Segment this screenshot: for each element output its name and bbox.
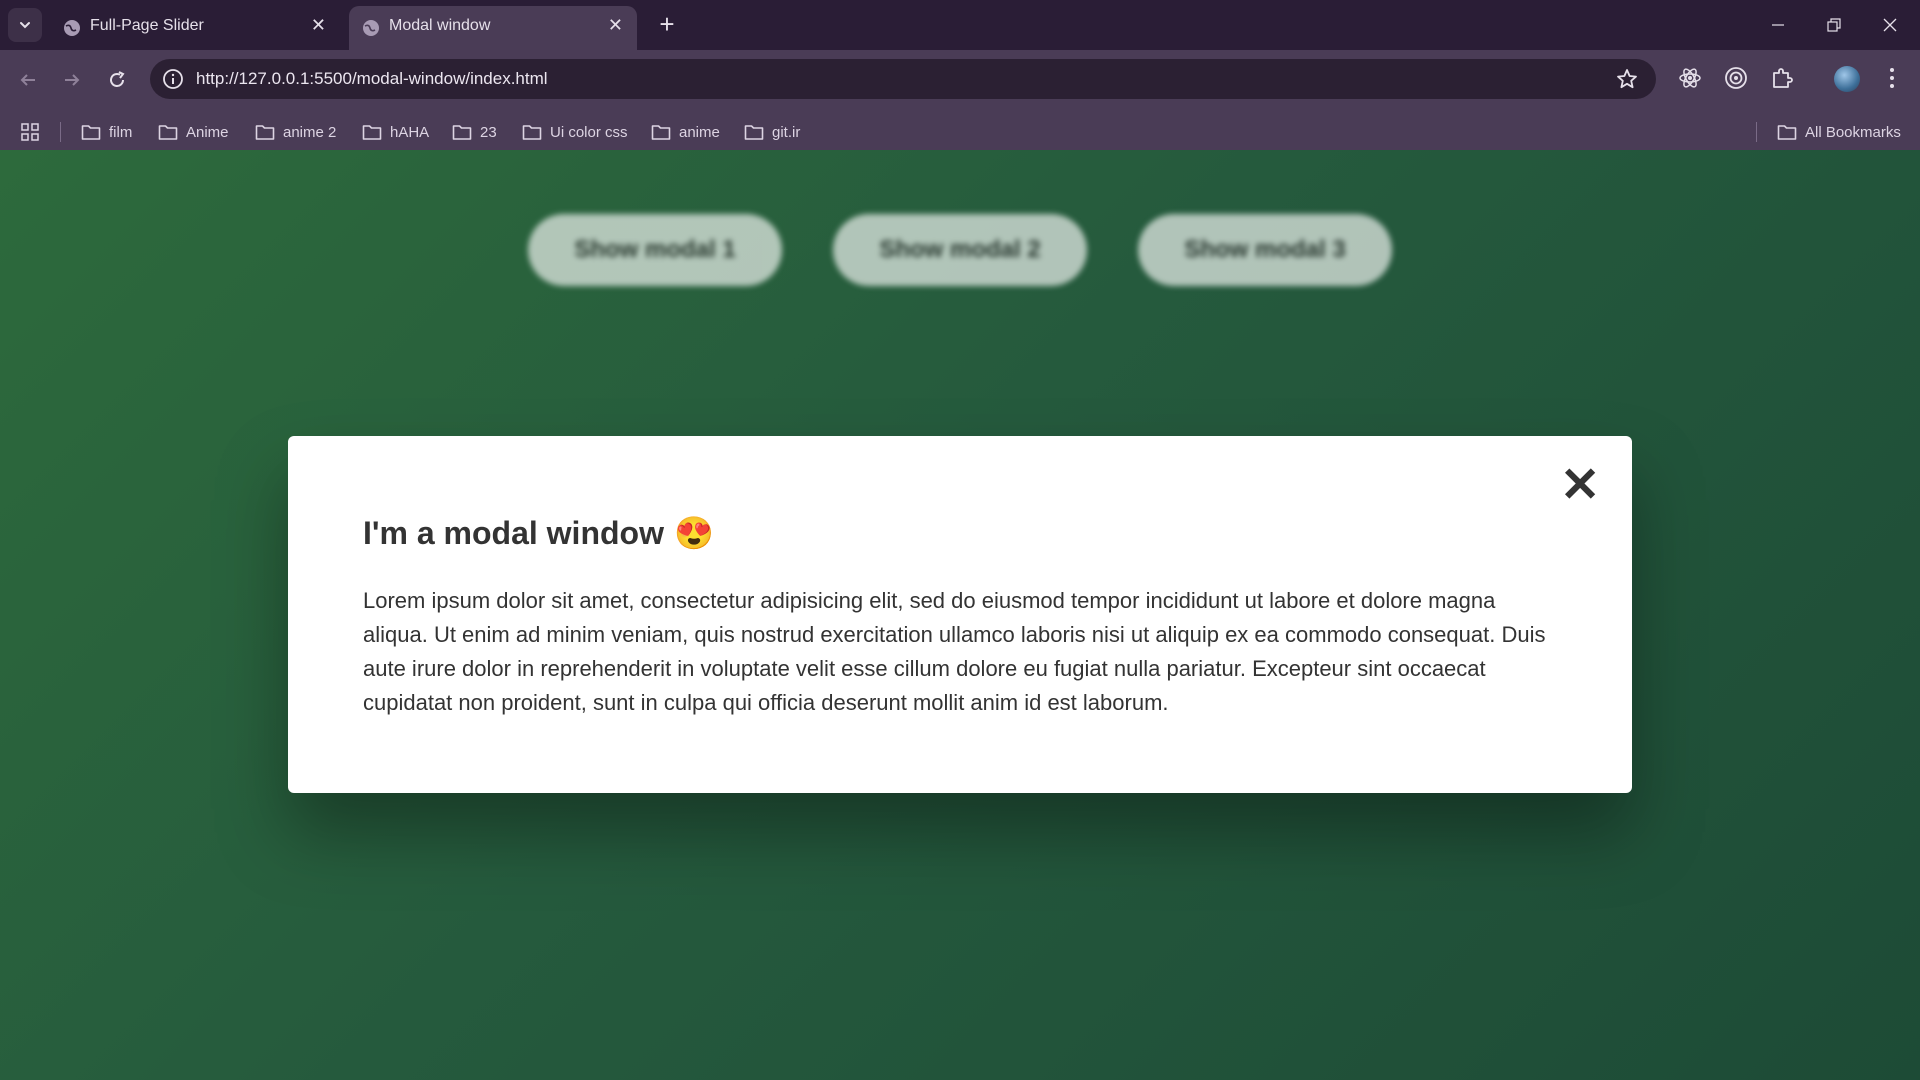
close-icon bbox=[1883, 18, 1897, 32]
all-bookmarks-button[interactable]: All Bookmarks bbox=[1777, 110, 1901, 154]
bookmark-folder-haha[interactable]: hAHA bbox=[362, 110, 429, 154]
folder-icon bbox=[362, 125, 382, 140]
browser-toolbar: http://127.0.0.1:5500/modal-window/index… bbox=[0, 50, 1920, 158]
arrow-left-icon bbox=[20, 74, 35, 86]
bookmarks-bar: film Anime anime 2 hAHA 23 Ui color css … bbox=[0, 110, 1920, 154]
bookmarks-divider bbox=[60, 122, 61, 142]
modal-title-text: I'm a modal window bbox=[363, 514, 664, 551]
folder-icon bbox=[522, 125, 542, 140]
bookmark-folder-anime[interactable]: Anime bbox=[158, 110, 229, 154]
puzzle-icon bbox=[1773, 68, 1793, 88]
folder-icon bbox=[1777, 125, 1797, 140]
folder-icon bbox=[452, 125, 472, 140]
tab-close-icon[interactable]: ✕ bbox=[311, 15, 326, 36]
folder-icon bbox=[651, 125, 671, 140]
minimize-button[interactable] bbox=[1750, 0, 1806, 50]
bookmark-label: git.ir bbox=[772, 123, 801, 141]
bookmark-label: film bbox=[109, 123, 133, 141]
url-text[interactable]: http://127.0.0.1:5500/modal-window/index… bbox=[196, 69, 548, 89]
forward-button[interactable] bbox=[54, 62, 90, 98]
tab-search-button[interactable] bbox=[8, 8, 42, 42]
close-modal-button[interactable]: ✕ bbox=[1560, 462, 1600, 510]
apps-grid-icon bbox=[21, 123, 39, 141]
page-viewport: Show modal 1 Show modal 2 Show modal 3 ✕… bbox=[0, 150, 1920, 1080]
chevron-down-icon bbox=[20, 22, 30, 29]
tab-title: Modal window bbox=[389, 17, 491, 34]
show-modal-1-button[interactable]: Show modal 1 bbox=[528, 214, 782, 286]
tab-strip: Full-Page Slider ✕ Modal window ✕ + bbox=[0, 0, 1920, 50]
restore-icon bbox=[1827, 18, 1841, 32]
tab-full-page-slider[interactable]: Full-Page Slider ✕ bbox=[50, 6, 340, 50]
globe-icon bbox=[64, 20, 80, 36]
tab-close-icon[interactable]: ✕ bbox=[608, 15, 623, 36]
modal-body-text: Lorem ipsum dolor sit amet, consectetur … bbox=[363, 588, 1546, 715]
extension-target-button[interactable] bbox=[1722, 64, 1750, 92]
tab-modal-window[interactable]: Modal window ✕ bbox=[349, 6, 637, 50]
folder-icon bbox=[255, 125, 275, 140]
folder-icon bbox=[744, 125, 764, 140]
bookmark-label: anime 2 bbox=[283, 123, 337, 141]
bookmark-folder-anime-2[interactable]: anime 2 bbox=[255, 110, 336, 154]
bookmark-label: hAHA bbox=[390, 123, 430, 141]
reload-icon bbox=[110, 71, 125, 87]
globe-icon bbox=[363, 20, 379, 36]
bookmark-label: Ui color css bbox=[550, 123, 628, 141]
modal-window: ✕ I'm a modal window 😍 Lorem ipsum dolor… bbox=[288, 436, 1632, 793]
show-modal-2-button[interactable]: Show modal 2 bbox=[833, 214, 1087, 286]
react-icon bbox=[1679, 68, 1701, 88]
modal-button-row: Show modal 1 Show modal 2 Show modal 3 bbox=[0, 214, 1920, 290]
window-close-button[interactable] bbox=[1862, 0, 1918, 50]
bookmark-star-icon[interactable] bbox=[1616, 68, 1638, 90]
all-bookmarks-label: All Bookmarks bbox=[1805, 123, 1901, 141]
extensions-button[interactable] bbox=[1768, 64, 1796, 92]
bookmark-folder-anime-lower[interactable]: anime bbox=[651, 110, 720, 154]
tab-title: Full-Page Slider bbox=[90, 17, 204, 34]
new-tab-button[interactable]: + bbox=[652, 9, 682, 39]
arrow-right-icon bbox=[65, 74, 80, 86]
bookmark-label: 23 bbox=[480, 123, 497, 141]
profile-avatar[interactable] bbox=[1834, 66, 1860, 92]
address-bar[interactable]: http://127.0.0.1:5500/modal-window/index… bbox=[150, 59, 1656, 99]
react-devtools-button[interactable] bbox=[1676, 64, 1704, 92]
modal-title: I'm a modal window 😍 bbox=[363, 514, 714, 552]
bookmark-folder-ui-color-css[interactable]: Ui color css bbox=[522, 110, 628, 154]
bookmark-label: anime bbox=[679, 123, 720, 141]
bookmark-folder-23[interactable]: 23 bbox=[452, 110, 497, 154]
kebab-menu-icon bbox=[1890, 68, 1894, 88]
site-info-icon[interactable] bbox=[162, 68, 184, 90]
heart-eyes-emoji-icon: 😍 bbox=[673, 515, 714, 551]
folder-icon bbox=[158, 125, 178, 140]
browser-menu-button[interactable] bbox=[1878, 64, 1906, 92]
apps-button[interactable] bbox=[20, 110, 40, 154]
bookmark-label: Anime bbox=[186, 123, 229, 141]
minimize-icon bbox=[1772, 24, 1784, 26]
folder-icon bbox=[81, 125, 101, 140]
bookmarks-divider bbox=[1756, 122, 1757, 142]
bookmark-folder-git-ir[interactable]: git.ir bbox=[744, 110, 800, 154]
back-button[interactable] bbox=[10, 62, 46, 98]
restore-button[interactable] bbox=[1806, 0, 1862, 50]
show-modal-3-button[interactable]: Show modal 3 bbox=[1138, 214, 1392, 286]
target-icon bbox=[1725, 67, 1747, 89]
reload-button[interactable] bbox=[99, 62, 135, 98]
bookmark-folder-film[interactable]: film bbox=[81, 110, 132, 154]
